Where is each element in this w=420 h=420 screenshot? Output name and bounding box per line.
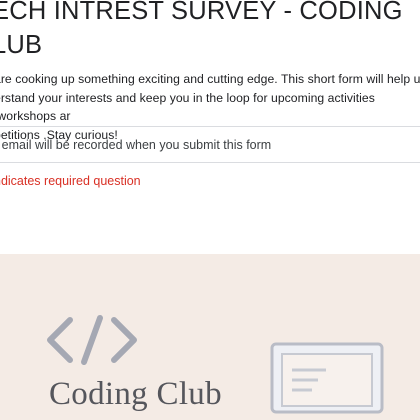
form-description-line1: are cooking up something exciting and cu… (0, 72, 420, 86)
form-description-line2: erstand your interests and keep you in t… (0, 90, 375, 124)
divider (0, 162, 420, 163)
form-title-line2: LUB (0, 31, 43, 59)
banner-title: Coding Club (49, 376, 222, 412)
form-title-line1: ECH INTREST SURVEY - CODING (0, 0, 403, 25)
coding-club-banner: Coding Club (0, 254, 420, 420)
divider (0, 126, 420, 127)
form-title: ECH INTREST SURVEY - CODING LUB (0, 0, 420, 62)
required-question-notice: ndicates required question (0, 174, 141, 188)
laptop-icon (270, 342, 384, 414)
banner-gap (0, 214, 420, 254)
form-header-card: ECH INTREST SURVEY - CODING LUB are cook… (0, 0, 420, 215)
form-description: are cooking up something exciting and cu… (0, 70, 420, 144)
code-brackets-icon (47, 315, 137, 365)
email-recorded-notice: r email will be recorded when you submit… (0, 138, 272, 152)
